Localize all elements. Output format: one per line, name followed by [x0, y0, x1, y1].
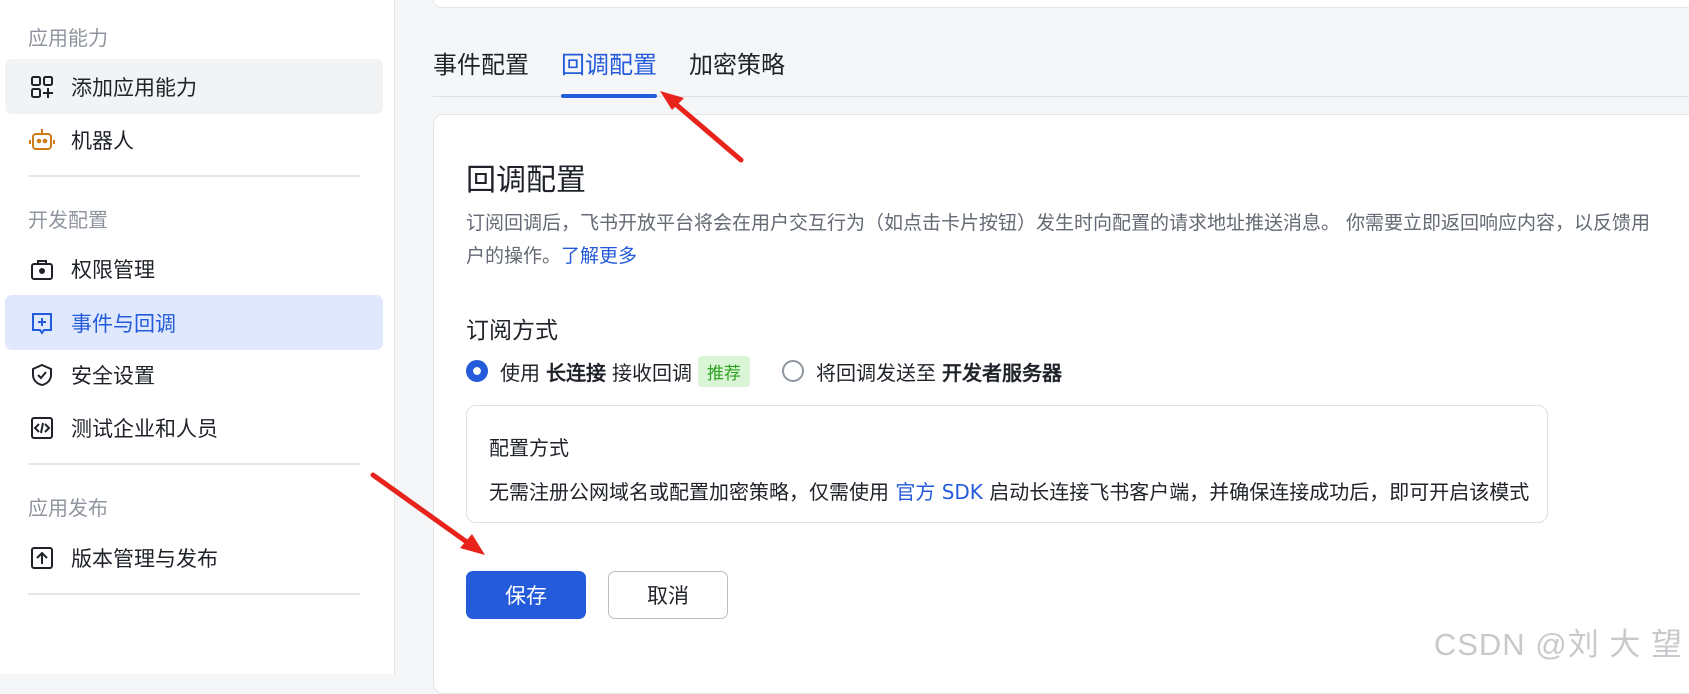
- code-icon: [29, 415, 55, 441]
- subscription-title: 订阅方式: [466, 318, 558, 344]
- tab-callback-config[interactable]: 回调配置: [561, 45, 657, 98]
- sidebar-item-security[interactable]: 安全设置: [5, 347, 383, 402]
- official-sdk-link[interactable]: 官方 SDK: [895, 480, 983, 504]
- sidebar: 应用能力 添加应用能力 机器人 开发配置 权限管理 事件与回调 安全设置 测试企…: [0, 0, 395, 674]
- tab-event-config[interactable]: 事件配置: [433, 45, 529, 95]
- robot-icon: [29, 127, 55, 153]
- option2-bold: 开发者服务器: [942, 360, 1062, 385]
- option1-suffix: 接收回调: [612, 360, 692, 385]
- radio-long-connection[interactable]: [466, 360, 488, 382]
- save-button[interactable]: 保存: [466, 571, 586, 619]
- option1-bold: 长连接: [546, 360, 606, 385]
- config-method-title: 配置方式: [489, 436, 569, 460]
- top-card-edge: [433, 0, 1689, 8]
- option2-prefix: 将回调发送至: [816, 360, 936, 385]
- main-content: 事件配置 回调配置 加密策略 回调配置 订阅回调后，飞书开放平台将会在用户交互行…: [395, 0, 1689, 694]
- sidebar-divider: [28, 593, 360, 595]
- sidebar-item-label: 添加应用能力: [71, 75, 197, 100]
- page-title: 回调配置: [466, 163, 586, 198]
- sidebar-item-events-callbacks[interactable]: 事件与回调: [5, 295, 383, 350]
- learn-more-link[interactable]: 了解更多: [561, 245, 637, 267]
- sidebar-item-add-capability[interactable]: 添加应用能力: [5, 59, 383, 114]
- sidebar-item-robot[interactable]: 机器人: [5, 112, 383, 167]
- sidebar-divider: [28, 175, 360, 177]
- upload-icon: [29, 545, 55, 571]
- add-apps-icon: [29, 74, 55, 100]
- tab-bar: 事件配置 回调配置 加密策略: [433, 40, 1689, 98]
- event-callback-icon: [29, 310, 55, 336]
- option1-prefix: 使用: [500, 360, 540, 385]
- config-method-box: 配置方式 无需注册公网域名或配置加密策略，仅需使用 官方 SDK 启动长连接飞书…: [466, 405, 1548, 523]
- cancel-button[interactable]: 取消: [608, 571, 728, 619]
- shield-check-icon: [29, 362, 55, 388]
- description-text: 订阅回调后，飞书开放平台将会在用户交互行为（如点击卡片按钮）发生时向配置的请求地…: [466, 212, 1651, 267]
- tab-encryption[interactable]: 加密策略: [689, 45, 785, 95]
- sidebar-item-label: 权限管理: [71, 257, 155, 282]
- watermark: CSDN @刘 大 望: [1433, 627, 1683, 662]
- section-title-app-release: 应用发布: [28, 496, 108, 520]
- permission-lock-icon: [29, 256, 55, 282]
- sidebar-item-label: 版本管理与发布: [71, 546, 218, 571]
- option2[interactable]: 将回调发送至 开发者服务器: [782, 357, 1068, 386]
- radio-developer-server[interactable]: [782, 360, 804, 382]
- sidebar-item-permissions[interactable]: 权限管理: [5, 241, 383, 296]
- card-description: 订阅回调后，飞书开放平台将会在用户交互行为（如点击卡片按钮）发生时向配置的请求地…: [466, 207, 1656, 273]
- section-title-dev-config: 开发配置: [28, 208, 108, 232]
- callback-config-card: 回调配置 订阅回调后，飞书开放平台将会在用户交互行为（如点击卡片按钮）发生时向配…: [433, 114, 1689, 694]
- sidebar-item-label: 事件与回调: [71, 311, 176, 336]
- sidebar-item-versions[interactable]: 版本管理与发布: [5, 530, 383, 585]
- config-method-text: 无需注册公网域名或配置加密策略，仅需使用 官方 SDK 启动长连接飞书客户端，并…: [489, 476, 1529, 505]
- config-text-after: 启动长连接飞书客户端，并确保连接成功后，即可开启该模式: [989, 480, 1530, 504]
- sidebar-item-label: 机器人: [71, 128, 134, 153]
- sidebar-item-test-users[interactable]: 测试企业和人员: [5, 400, 383, 455]
- sidebar-item-label: 安全设置: [71, 363, 155, 388]
- recommended-badge: 推荐: [698, 355, 750, 387]
- subscription-options: 使用 长连接 接收回调 推荐 将回调发送至 开发者服务器: [466, 355, 1068, 387]
- sidebar-item-label: 测试企业和人员: [71, 416, 218, 441]
- config-text-before: 无需注册公网域名或配置加密策略，仅需使用: [489, 480, 889, 504]
- sidebar-divider: [28, 463, 360, 465]
- section-title-app-capabilities: 应用能力: [28, 26, 108, 50]
